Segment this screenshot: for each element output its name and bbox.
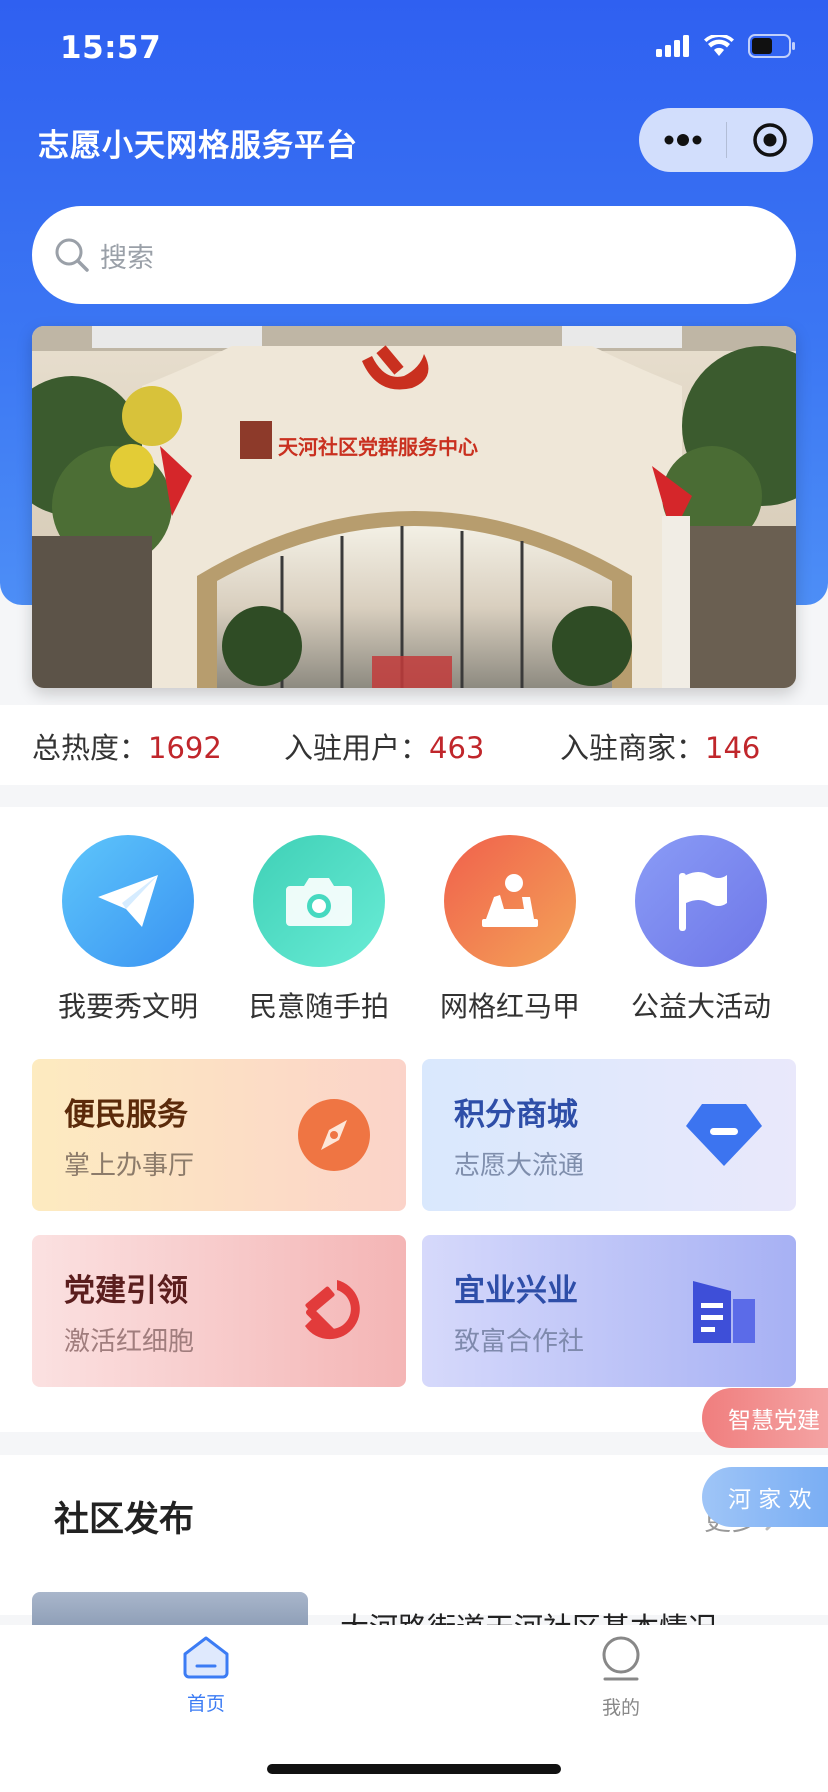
stats-bar: 总热度：1692 入驻用户：463 入驻商家：146 — [0, 705, 828, 785]
status-time: 15:57 — [60, 30, 162, 66]
card-title: 党建引领 — [64, 1273, 188, 1309]
status-icons — [656, 34, 796, 58]
flag-icon — [635, 835, 767, 967]
card-subtitle: 掌上办事厅 — [64, 1151, 195, 1181]
fab-smart-party[interactable]: 智慧党建 — [702, 1388, 828, 1448]
diamond-icon — [684, 1095, 764, 1175]
stat-label: 总热度： — [32, 731, 149, 765]
fab-label: 河 家 欢 — [728, 1487, 812, 1513]
mini-program-capsule — [639, 108, 813, 172]
stat-label: 入驻商家： — [560, 731, 706, 765]
home-indicator — [267, 1764, 561, 1774]
stat-merchants: 入驻商家：146 — [560, 725, 760, 767]
stat-total-heat: 总热度：1692 — [32, 725, 222, 767]
banner-image[interactable]: 天河社区党群服务中心 — [32, 326, 796, 688]
building-icon — [684, 1271, 764, 1351]
volunteer-icon — [444, 835, 576, 967]
community-section: 社区发布 更多 大河路街道天河社区基本情况 — [0, 1455, 828, 1645]
stat-users: 入驻用户：463 — [284, 725, 484, 767]
card-title: 积分商城 — [454, 1097, 578, 1133]
search-icon — [55, 238, 89, 272]
stat-value: 1692 — [148, 731, 222, 765]
search-bar[interactable]: 搜索 — [32, 206, 796, 304]
home-icon — [183, 1636, 229, 1679]
card-title: 宜业兴业 — [454, 1273, 578, 1309]
shortcut-label: 民意随手拍 — [248, 990, 389, 1023]
banner-sign: 天河社区党群服务中心 — [278, 435, 478, 459]
more-menu-button[interactable] — [639, 108, 726, 172]
building-photo: 天河社区党群服务中心 — [32, 326, 796, 688]
wifi-icon — [704, 35, 734, 56]
card-party-building[interactable]: 党建引领 激活红细胞 — [32, 1235, 406, 1387]
shortcut-red-vest[interactable]: 网格红马甲 — [430, 835, 590, 1025]
fab-label: 智慧党建 — [728, 1408, 820, 1434]
stat-value: 463 — [429, 731, 485, 765]
fab-welcome[interactable]: 河 家 欢 — [702, 1467, 828, 1527]
section-title: 社区发布 — [54, 1500, 195, 1540]
more-dots-icon — [664, 134, 701, 146]
target-icon — [752, 123, 787, 157]
card-subtitle: 志愿大流通 — [454, 1151, 585, 1181]
app-page: 15:57 志愿小天网格服务平台 搜索 天河社区党群服务中心 总热度：1692 … — [0, 0, 828, 1792]
stat-value: 146 — [705, 731, 761, 765]
status-bar: 15:57 — [0, 0, 828, 100]
tab-home[interactable]: 首页 — [146, 1635, 266, 1716]
card-industry[interactable]: 宜业兴业 致富合作社 — [422, 1235, 796, 1387]
hammer-sickle-icon — [294, 1271, 374, 1351]
profile-icon — [602, 1636, 640, 1681]
camera-icon — [253, 835, 385, 967]
page-title: 志愿小天网格服务平台 — [38, 128, 358, 164]
card-subtitle: 致富合作社 — [454, 1327, 585, 1357]
tab-profile[interactable]: 我的 — [561, 1635, 681, 1720]
stat-label: 入驻用户： — [284, 731, 430, 765]
paper-plane-icon — [62, 835, 194, 967]
card-convenience-service[interactable]: 便民服务 掌上办事厅 — [32, 1059, 406, 1211]
card-title: 便民服务 — [64, 1097, 188, 1133]
signal-icon — [656, 35, 689, 57]
shortcut-snapshot[interactable]: 民意随手拍 — [239, 835, 399, 1025]
close-program-button[interactable] — [726, 108, 813, 172]
shortcut-show-civility[interactable]: 我要秀文明 — [48, 835, 208, 1025]
tab-label: 我的 — [601, 1697, 640, 1719]
shortcut-label: 公益大活动 — [630, 990, 771, 1023]
capsule-divider — [726, 122, 727, 158]
shortcut-charity[interactable]: 公益大活动 — [621, 835, 781, 1025]
battery-icon — [748, 34, 795, 58]
services-section: 我要秀文明 民意随手拍 网格红马甲 公益大活动 便民服务 掌上办事厅 积分商城 … — [0, 807, 828, 1432]
card-subtitle: 激活红细胞 — [64, 1327, 195, 1357]
search-placeholder: 搜索 — [100, 242, 154, 274]
card-points-mall[interactable]: 积分商城 志愿大流通 — [422, 1059, 796, 1211]
tab-label: 首页 — [186, 1693, 225, 1715]
shortcut-label: 网格红马甲 — [439, 990, 580, 1023]
shortcut-label: 我要秀文明 — [57, 990, 198, 1023]
compass-icon — [294, 1095, 374, 1175]
